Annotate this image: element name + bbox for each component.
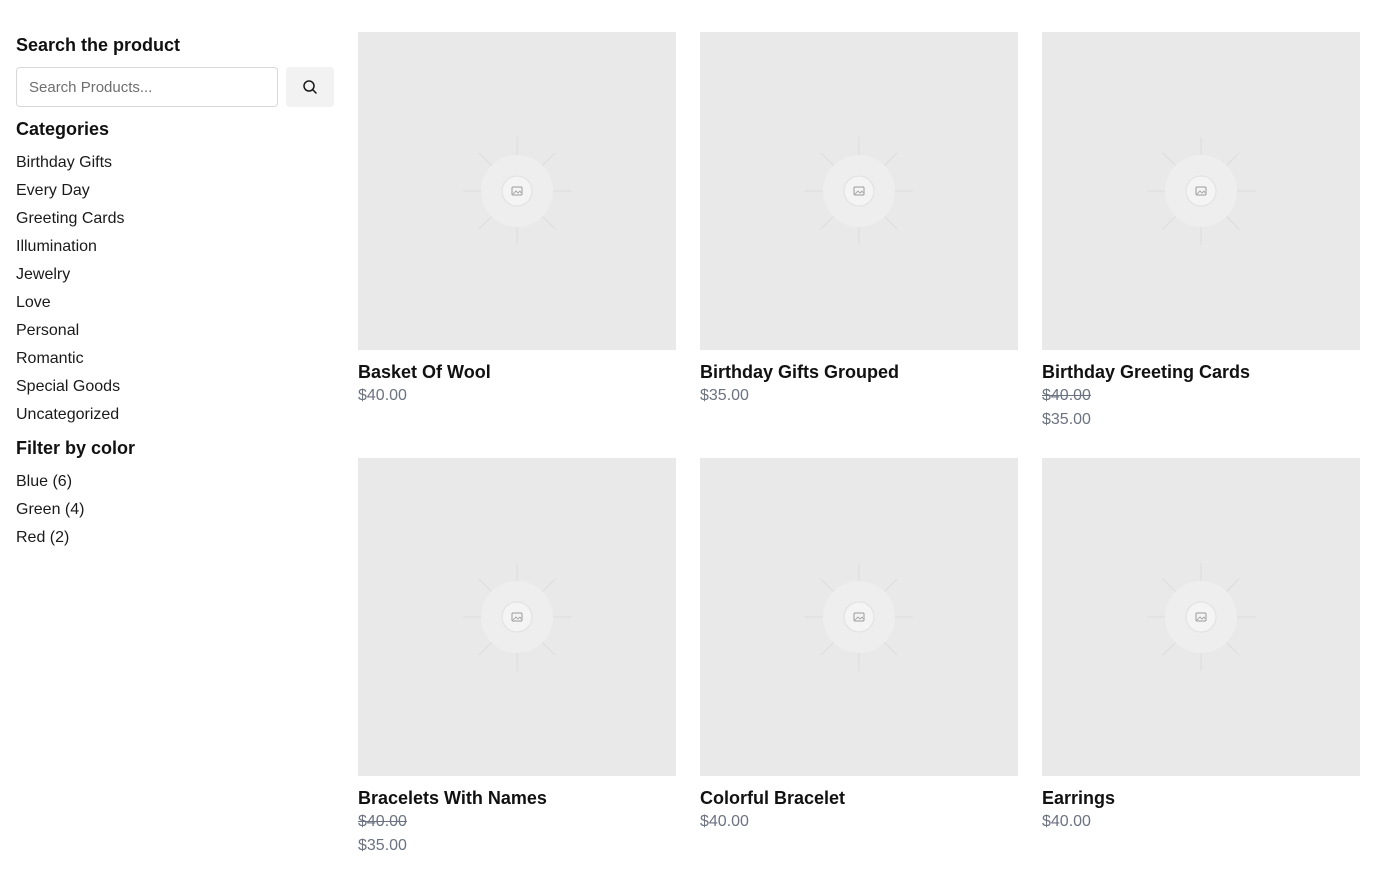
category-link[interactable]: Romantic [16, 345, 334, 373]
category-list: Birthday Gifts Every Day Greeting Cards … [16, 149, 334, 429]
category-link[interactable]: Greeting Cards [16, 205, 334, 233]
image-placeholder-icon [1147, 563, 1255, 671]
search-heading: Search the product [16, 35, 181, 55]
product-image[interactable] [358, 32, 676, 350]
product-image[interactable] [1042, 458, 1360, 776]
search-form [16, 67, 334, 107]
product-price: $40.00 [700, 813, 749, 830]
product-image[interactable] [1042, 32, 1360, 350]
product-old-price: $40.00 [358, 813, 407, 830]
image-placeholder-icon [805, 563, 913, 671]
category-link[interactable]: Illumination [16, 233, 334, 261]
color-filter-link[interactable]: Red (2) [16, 524, 334, 552]
product-title[interactable]: Birthday Greeting Cards [1042, 360, 1360, 384]
category-link[interactable]: Every Day [16, 177, 334, 205]
product-card: Birthday Greeting Cards $40.00 $35.00 [1042, 32, 1360, 458]
image-placeholder-icon [805, 137, 913, 245]
product-old-price: $40.00 [1042, 387, 1091, 404]
category-link[interactable]: Jewelry [16, 261, 334, 289]
filter-color-heading: Filter by color [16, 438, 136, 458]
image-placeholder-icon [463, 137, 571, 245]
product-image[interactable] [700, 458, 1018, 776]
product-image[interactable] [358, 458, 676, 776]
search-button[interactable] [286, 67, 334, 107]
product-title[interactable]: Birthday Gifts Grouped [700, 360, 1018, 384]
image-placeholder-icon [1147, 137, 1255, 245]
product-title[interactable]: Colorful Bracelet [700, 786, 1018, 810]
product-title[interactable]: Basket Of Wool [358, 360, 676, 384]
product-card: Colorful Bracelet $40.00 [700, 458, 1018, 884]
product-price: $35.00 [1042, 411, 1091, 428]
product-price: $35.00 [700, 387, 749, 404]
category-link[interactable]: Birthday Gifts [16, 149, 334, 177]
category-link[interactable]: Special Goods [16, 373, 334, 401]
color-filter-link[interactable]: Green (4) [16, 496, 334, 524]
color-filter-link[interactable]: Blue (6) [16, 468, 334, 496]
category-link[interactable]: Personal [16, 317, 334, 345]
image-placeholder-icon [463, 563, 571, 671]
color-filter-list: Blue (6) Green (4) Red (2) [16, 468, 334, 552]
product-title[interactable]: Bracelets With Names [358, 786, 676, 810]
search-icon [303, 80, 317, 94]
sidebar: Search the product Categories Birthday G… [16, 32, 334, 552]
categories-heading: Categories [16, 119, 110, 139]
product-card: Basket Of Wool $40.00 [358, 32, 676, 458]
product-title[interactable]: Earrings [1042, 786, 1360, 810]
search-input[interactable] [16, 67, 278, 107]
product-price: $35.00 [358, 837, 407, 854]
category-link[interactable]: Love [16, 289, 334, 317]
category-link[interactable]: Uncategorized [16, 401, 334, 429]
product-grid: Basket Of Wool $40.00 Birthday Gifts Gro… [358, 32, 1360, 884]
product-card: Bracelets With Names $40.00 $35.00 [358, 458, 676, 884]
product-price: $40.00 [358, 387, 407, 404]
product-card: Birthday Gifts Grouped $35.00 [700, 32, 1018, 458]
product-card: Earrings $40.00 [1042, 458, 1360, 884]
product-price: $40.00 [1042, 813, 1091, 830]
product-image[interactable] [700, 32, 1018, 350]
